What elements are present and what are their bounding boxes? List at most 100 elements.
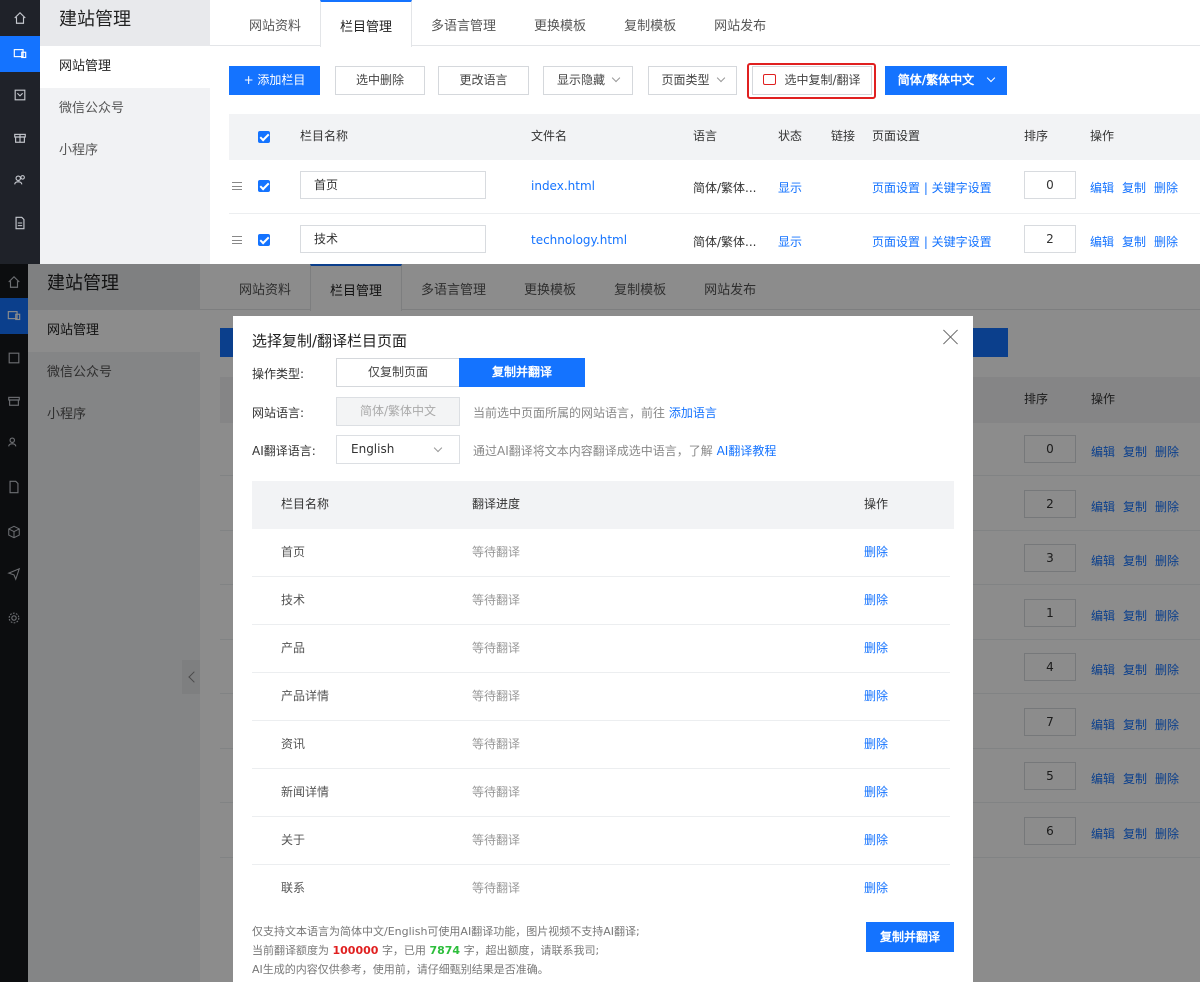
edit-link[interactable]: 编辑 xyxy=(1090,235,1114,249)
copy-link[interactable]: 复制 xyxy=(1122,181,1146,195)
chevron-down-icon xyxy=(433,443,443,453)
footer-line1: 仅支持文本语言为简体中文/English可使用AI翻译功能，图片视频不支持AI翻… xyxy=(252,925,640,938)
copy-link[interactable]: 复制 xyxy=(1122,235,1146,249)
ai-language-select[interactable]: English xyxy=(336,435,460,464)
column-name-input[interactable]: 技术 xyxy=(300,225,486,253)
document-icon[interactable] xyxy=(0,205,40,241)
row-actions: 编辑 复制 删除 xyxy=(1090,179,1186,196)
show-hide-dropdown[interactable]: 显示隐藏 xyxy=(543,66,633,95)
file-link[interactable]: index.html xyxy=(531,179,595,193)
chevron-down-icon xyxy=(986,73,996,83)
status-toggle[interactable]: 显示 xyxy=(778,179,802,196)
language-select[interactable]: 简体/繁体中文 xyxy=(885,66,1007,95)
header-file: 文件名 xyxy=(531,129,568,143)
site-language-field: 简体/繁体中文 xyxy=(336,397,460,426)
table-row: 技术 technology.html 简体/繁体... 显示 页面设置 | 关键… xyxy=(229,214,1200,264)
copy-only-option[interactable]: 仅复制页面 xyxy=(336,358,460,387)
tab-columns[interactable]: 栏目管理 xyxy=(320,0,413,47)
column-name-input[interactable]: 首页 xyxy=(300,171,486,199)
remove-link[interactable]: 删除 xyxy=(864,577,888,623)
delete-link[interactable]: 删除 xyxy=(1154,235,1178,249)
brand-title: 建站管理 xyxy=(40,0,210,46)
sidebar-item-miniprogram[interactable]: 小程序 xyxy=(40,130,210,172)
footer-used-text: 字，已用 xyxy=(381,944,426,957)
dialog-table-row: 联系 等待翻译 删除 xyxy=(252,865,950,913)
website-icon[interactable] xyxy=(0,36,40,72)
remove-link[interactable]: 删除 xyxy=(864,817,888,863)
mail-icon[interactable] xyxy=(0,77,40,113)
header-page-settings: 页面设置 xyxy=(872,129,921,143)
translate-progress: 等待翻译 xyxy=(472,833,521,847)
remove-link[interactable]: 删除 xyxy=(864,721,888,767)
delete-link[interactable]: 删除 xyxy=(1154,181,1178,195)
translate-progress: 等待翻译 xyxy=(472,545,521,559)
edit-link[interactable]: 编辑 xyxy=(1090,181,1114,195)
dialog-table-row: 技术 等待翻译 删除 xyxy=(252,577,950,625)
footer-quota-text: 当前翻译额度为 xyxy=(252,944,329,957)
site-lang-label: 网站语言: xyxy=(252,406,305,420)
header-lang: 语言 xyxy=(693,129,718,143)
users-icon[interactable] xyxy=(0,162,40,198)
tab-bar: 网站资料 栏目管理 多语言管理 更换模板 复制模板 网站发布 xyxy=(210,0,1200,47)
highlight-box xyxy=(747,63,876,99)
quota-value: 100000 xyxy=(332,944,379,957)
order-input[interactable]: 2 xyxy=(1024,225,1076,253)
select-all-checkbox[interactable] xyxy=(258,131,270,143)
sidebar-item-wechat[interactable]: 微信公众号 xyxy=(40,88,210,130)
ai-lang-label: AI翻译语言: xyxy=(252,444,316,458)
status-toggle[interactable]: 显示 xyxy=(778,233,802,250)
header-status: 状态 xyxy=(778,129,803,143)
icon-rail xyxy=(0,0,40,264)
row-checkbox[interactable] xyxy=(258,180,270,192)
home-icon[interactable] xyxy=(0,0,40,36)
dialog-title: 选择复制/翻译栏目页面 xyxy=(252,332,408,350)
translate-progress: 等待翻译 xyxy=(472,737,521,751)
tab-change-template[interactable]: 更换模板 xyxy=(515,0,605,46)
toolbar: + 添加栏目 选中删除 更改语言 显示隐藏 页面类型 选中复制/翻译 简体/繁体… xyxy=(229,66,1200,96)
column-name: 技术 xyxy=(281,593,306,607)
chevron-down-icon xyxy=(716,73,725,83)
op-type-label: 操作类型: xyxy=(252,367,305,381)
remove-link[interactable]: 删除 xyxy=(864,625,888,671)
submit-copy-translate-button[interactable]: 复制并翻译 xyxy=(866,922,954,952)
drag-handle-icon[interactable] xyxy=(232,236,242,244)
remove-link[interactable]: 删除 xyxy=(864,529,888,575)
order-input[interactable]: 0 xyxy=(1024,171,1076,199)
header-link: 链接 xyxy=(831,129,856,143)
tab-site-info[interactable]: 网站资料 xyxy=(230,0,320,46)
remove-link[interactable]: 删除 xyxy=(864,673,888,719)
drag-handle-icon[interactable] xyxy=(232,182,242,190)
delete-selected-button[interactable]: 选中删除 xyxy=(335,66,425,95)
change-language-button[interactable]: 更改语言 xyxy=(438,66,529,95)
translate-progress: 等待翻译 xyxy=(472,689,521,703)
sidebar-item-site[interactable]: 网站管理 xyxy=(40,46,210,88)
copy-translate-option[interactable]: 复制并翻译 xyxy=(459,358,585,387)
page-type-dropdown[interactable]: 页面类型 xyxy=(648,66,737,95)
column-name: 资讯 xyxy=(281,737,306,751)
file-link[interactable]: technology.html xyxy=(531,233,627,247)
tab-publish[interactable]: 网站发布 xyxy=(695,0,785,46)
language-select-label: 简体/繁体中文 xyxy=(897,73,975,87)
dialog-table-header: 栏目名称 翻译进度 操作 xyxy=(252,481,954,529)
close-icon[interactable] xyxy=(943,329,959,345)
tab-copy-template[interactable]: 复制模板 xyxy=(605,0,695,46)
remove-link[interactable]: 删除 xyxy=(864,769,888,815)
page-settings-link[interactable]: 页面设置 | 关键字设置 xyxy=(872,179,992,196)
footer-line3: AI生成的内容仅供参考，使用前，请仔细甄别结果是否准确。 xyxy=(252,963,549,976)
page-settings-link[interactable]: 页面设置 | 关键字设置 xyxy=(872,233,992,250)
site-lang-hint: 当前选中页面所属的网站语言，前往 添加语言 xyxy=(473,404,717,421)
row-checkbox[interactable] xyxy=(258,234,270,246)
ai-lang-hint: 通过AI翻译将文本内容翻译成选中语言，了解 AI翻译教程 xyxy=(473,442,776,459)
gift-icon[interactable] xyxy=(0,119,40,155)
remove-link[interactable]: 删除 xyxy=(864,865,888,911)
footer-line2: 当前翻译额度为 100000 字，已用 7874 字，超出额度，请联系我司; xyxy=(252,941,640,960)
dialog-table-row: 新闻详情 等待翻译 删除 xyxy=(252,769,950,817)
add-column-button[interactable]: + 添加栏目 xyxy=(229,66,320,95)
add-language-link[interactable]: 添加语言 xyxy=(669,406,717,420)
column-name: 新闻详情 xyxy=(281,785,330,799)
tab-languages[interactable]: 多语言管理 xyxy=(412,0,515,46)
column-name: 首页 xyxy=(281,545,306,559)
used-value: 7874 xyxy=(429,944,461,957)
ai-tutorial-link[interactable]: AI翻译教程 xyxy=(717,444,777,458)
header-name: 栏目名称 xyxy=(281,497,330,511)
